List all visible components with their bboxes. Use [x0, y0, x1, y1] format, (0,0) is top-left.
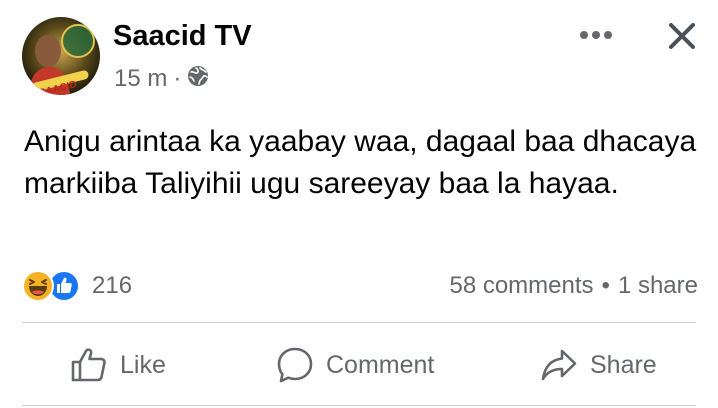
comment-bubble-icon	[277, 347, 313, 383]
more-horizontal-icon	[580, 31, 612, 39]
like-button[interactable]: Like	[70, 340, 166, 390]
thumbs-up-icon	[71, 348, 106, 382]
post-meta: 15 m ·	[114, 62, 209, 96]
more-options-button[interactable]	[574, 18, 618, 52]
divider-top	[22, 322, 696, 323]
reaction-count: 216	[92, 272, 133, 299]
divider-bottom	[22, 405, 696, 406]
share-arrow-icon	[541, 349, 577, 381]
close-button[interactable]	[660, 14, 704, 58]
share-label: Share	[590, 350, 657, 379]
reaction-icons	[22, 269, 84, 303]
author-name[interactable]: Saacid TV	[113, 18, 252, 54]
globe-icon	[187, 65, 209, 94]
comment-button[interactable]: Comment	[276, 340, 434, 390]
engagement-stats: 58 comments • 1 share	[449, 268, 698, 304]
avatar[interactable]: SAACID	[22, 17, 100, 95]
post-body: Anigu arintaa ka yaabay waa, dagaal baa …	[24, 125, 697, 200]
share-button[interactable]: Share	[540, 340, 657, 390]
comment-label: Comment	[326, 350, 435, 379]
shares-count[interactable]: 1 share	[618, 272, 698, 300]
comments-count[interactable]: 58 comments	[449, 272, 593, 300]
post-time[interactable]: 15 m	[114, 65, 167, 93]
like-label: Like	[120, 350, 166, 379]
close-icon	[669, 23, 695, 49]
meta-separator: ·	[173, 65, 182, 92]
haha-emoji-icon	[22, 270, 54, 302]
stats-separator: •	[601, 272, 610, 299]
reactions-summary[interactable]: 216	[22, 268, 132, 304]
